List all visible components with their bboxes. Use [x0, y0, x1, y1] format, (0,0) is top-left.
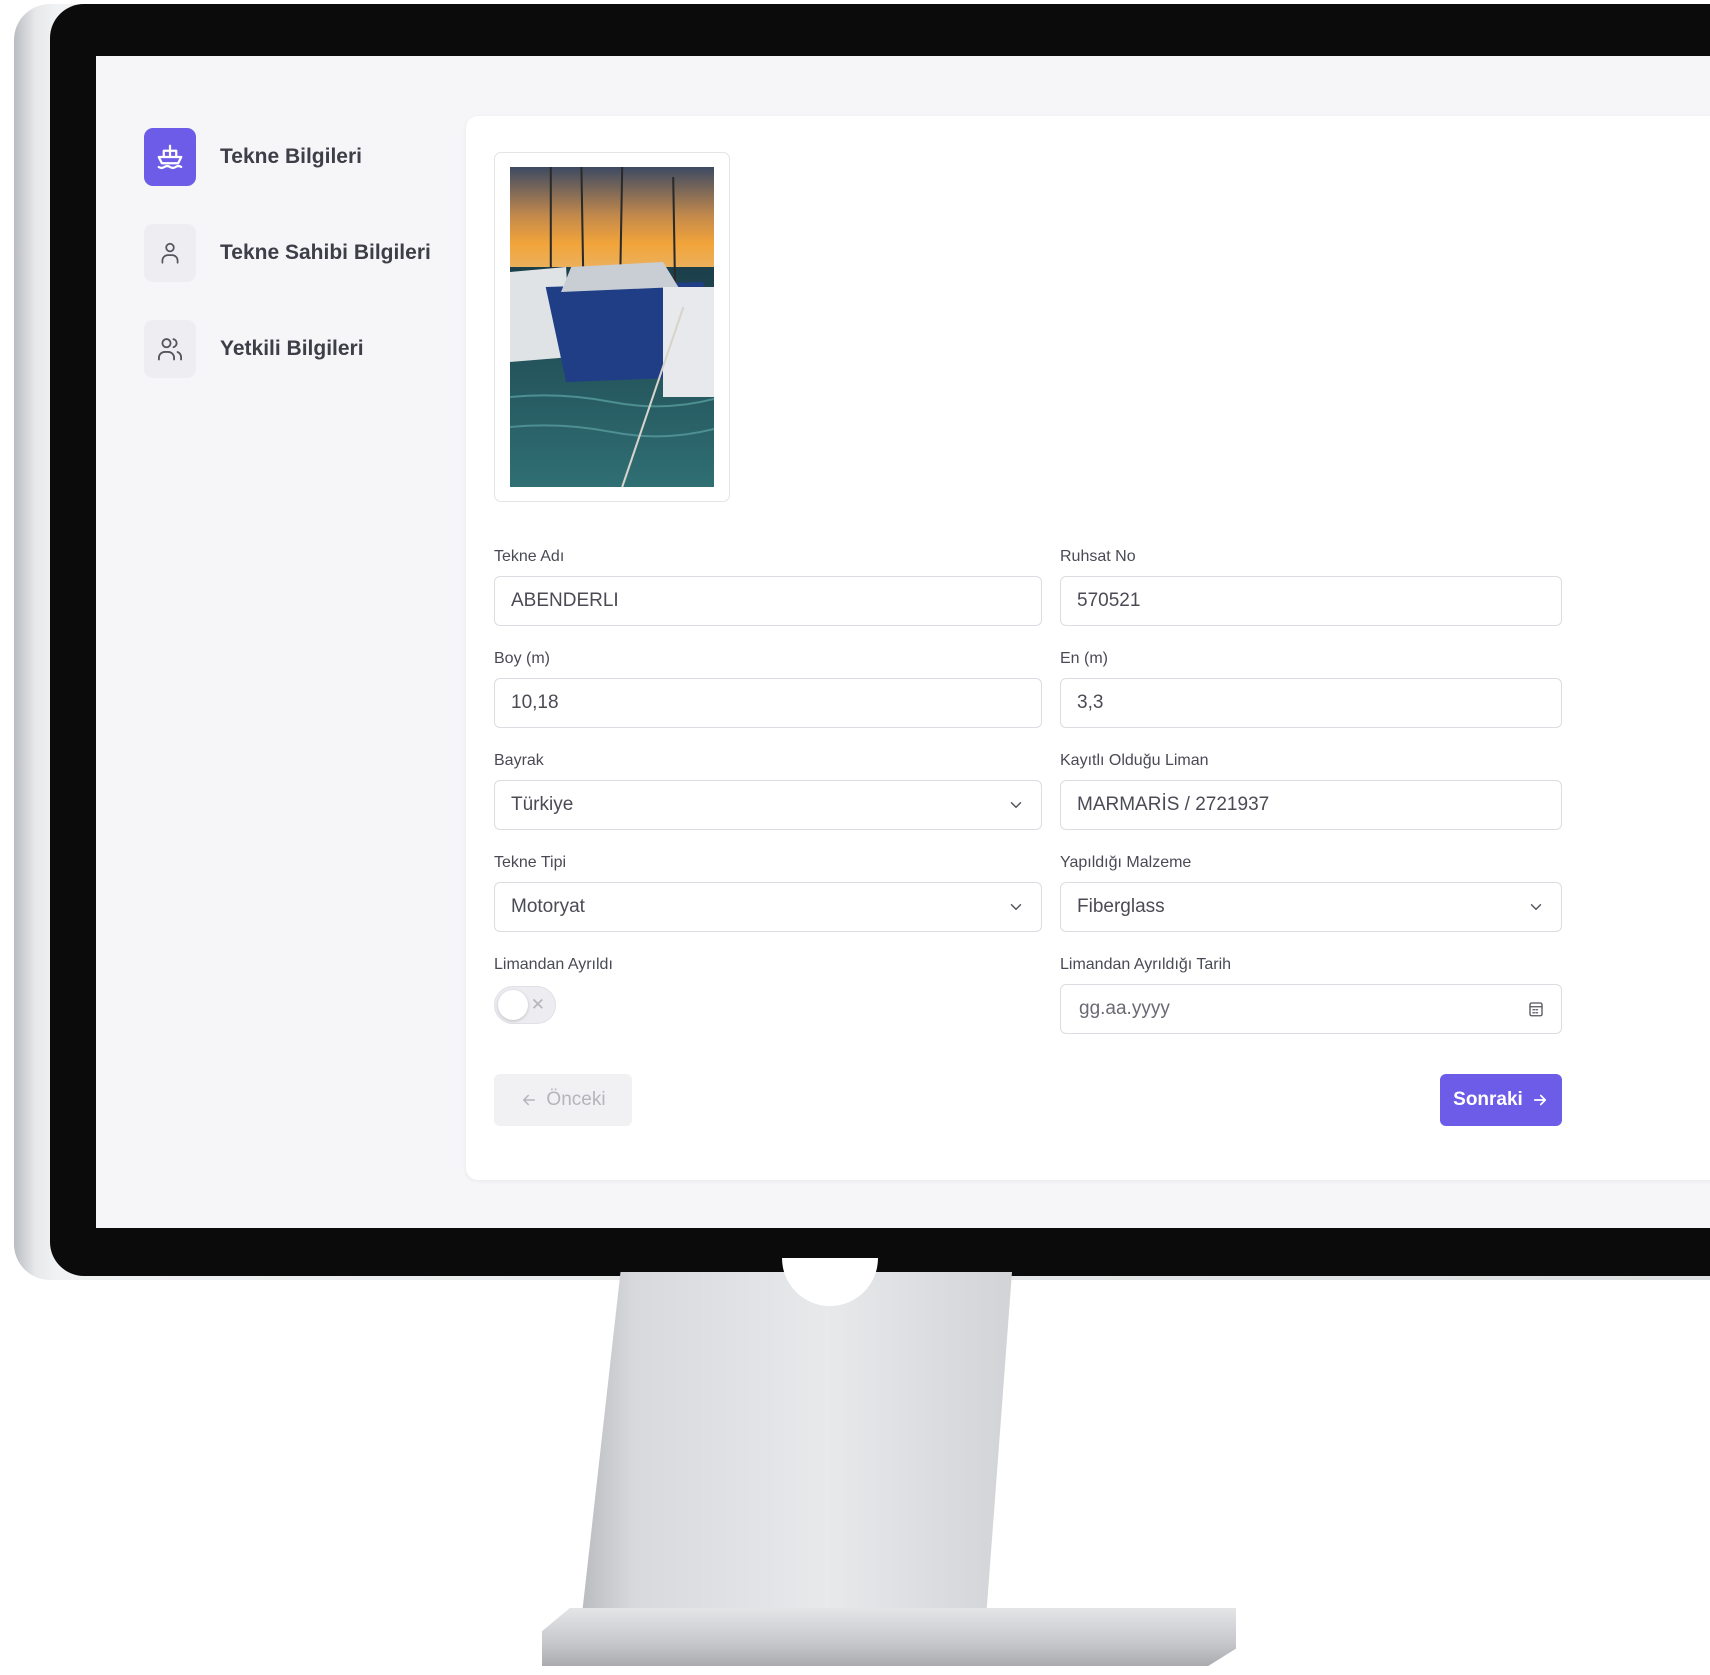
step-tekne-bilgileri[interactable]: Tekne Bilgileri	[144, 126, 474, 188]
date-input[interactable]	[1077, 997, 1527, 1021]
toggle-knob	[498, 990, 528, 1020]
boat-icon	[144, 128, 196, 186]
close-icon: ✕	[530, 995, 545, 1014]
boat-photo-upload[interactable]	[494, 152, 730, 502]
monitor-stand	[580, 1272, 1012, 1632]
length-label: Boy (m)	[494, 650, 550, 667]
length-field: Boy (m) 10,18	[494, 648, 1042, 728]
boat-name-label: Tekne Adı	[494, 548, 565, 565]
material-value: Fiberglass	[1077, 896, 1165, 917]
next-button[interactable]: Sonraki	[1440, 1074, 1562, 1126]
step-tekne-sahibi-bilgileri[interactable]: Tekne Sahibi Bilgileri	[144, 222, 474, 284]
boat-photo	[510, 167, 714, 487]
width-input[interactable]: 3,3	[1060, 678, 1562, 728]
length-input[interactable]: 10,18	[494, 678, 1042, 728]
port-input[interactable]: MARMARİS / 2721937	[1060, 780, 1562, 830]
monitor-stand-base	[542, 1608, 1236, 1666]
chevron-down-icon	[1530, 904, 1542, 910]
flag-value: Türkiye	[511, 794, 574, 815]
monitor: Tekne Bilgileri Tekne Sahibi Bilgileri Y…	[0, 0, 1710, 1675]
boat-type-field: Tekne Tipi Motoryat	[494, 852, 1042, 932]
chevron-down-icon	[1010, 904, 1022, 910]
length-value: 10,18	[511, 692, 559, 713]
boat-type-label: Tekne Tipi	[494, 854, 567, 871]
previous-button[interactable]: Önceki	[494, 1074, 632, 1126]
left-port-toggle[interactable]: ✕	[494, 986, 556, 1024]
boat-type-value: Motoryat	[511, 896, 585, 917]
step-label: Yetkili Bilgileri	[220, 337, 364, 360]
previous-button-label: Önceki	[546, 1089, 606, 1110]
boat-name-value: ABENDERLI	[511, 590, 619, 611]
material-label: Yapıldığı Malzeme	[1060, 854, 1192, 871]
step-label: Tekne Bilgileri	[220, 145, 362, 168]
step-yetkili-bilgileri[interactable]: Yetkili Bilgileri	[144, 318, 474, 380]
license-no-value: 570521	[1077, 590, 1141, 611]
steps-sidebar: Tekne Bilgileri Tekne Sahibi Bilgileri Y…	[144, 126, 474, 414]
port-field: Kayıtlı Olduğu Liman MARMARİS / 2721937	[1060, 750, 1562, 830]
arrow-left-icon	[523, 1094, 536, 1106]
users-icon	[144, 320, 196, 378]
left-port-date-input-box[interactable]	[1060, 984, 1562, 1034]
flag-label: Bayrak	[494, 752, 544, 769]
user-icon	[144, 224, 196, 282]
license-no-field: Ruhsat No 570521	[1060, 546, 1562, 626]
next-button-label: Sonraki	[1453, 1089, 1523, 1110]
width-label: En (m)	[1060, 650, 1108, 667]
form-card: Tekne Adı ABENDERLI Ruhsat No 570521 Boy…	[466, 116, 1710, 1180]
step-label: Tekne Sahibi Bilgileri	[220, 241, 431, 264]
material-select[interactable]: Fiberglass	[1060, 882, 1562, 932]
boat-name-field: Tekne Adı ABENDERLI	[494, 546, 1042, 626]
left-port-field: Limandan Ayrıldı ✕	[494, 954, 1042, 1044]
port-value: MARMARİS / 2721937	[1077, 794, 1270, 815]
left-port-date-field: Limandan Ayrıldığı Tarih	[1060, 954, 1562, 1034]
license-no-label: Ruhsat No	[1060, 548, 1136, 565]
screen: Tekne Bilgileri Tekne Sahibi Bilgileri Y…	[96, 56, 1710, 1228]
flag-field: Bayrak Türkiye	[494, 750, 1042, 830]
port-label: Kayıtlı Olduğu Liman	[1060, 752, 1209, 769]
width-field: En (m) 3,3	[1060, 648, 1562, 728]
chevron-down-icon	[1010, 802, 1022, 808]
arrow-right-icon	[1533, 1094, 1546, 1106]
left-port-date-label: Limandan Ayrıldığı Tarih	[1060, 956, 1232, 973]
calendar-icon[interactable]	[1527, 1000, 1545, 1018]
boat-type-select[interactable]: Motoryat	[494, 882, 1042, 932]
width-value: 3,3	[1077, 692, 1104, 713]
flag-select[interactable]: Türkiye	[494, 780, 1042, 830]
material-field: Yapıldığı Malzeme Fiberglass	[1060, 852, 1562, 932]
license-no-input[interactable]: 570521	[1060, 576, 1562, 626]
boat-name-input[interactable]: ABENDERLI	[494, 576, 1042, 626]
left-port-label: Limandan Ayrıldı	[494, 956, 613, 973]
